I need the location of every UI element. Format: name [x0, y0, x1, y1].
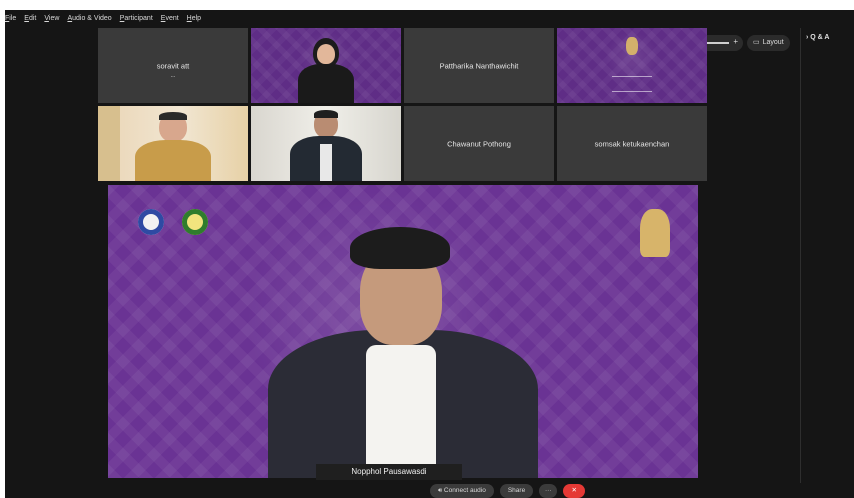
- menu-view[interactable]: View: [44, 12, 59, 26]
- menu-help[interactable]: Help: [187, 12, 201, 26]
- participant-name: Chawanut Pothong: [447, 139, 511, 148]
- chevron-right-icon: ›: [806, 34, 809, 41]
- participant-tile-soravit[interactable]: soravit att ...: [98, 28, 248, 103]
- university-logo-icon: [138, 209, 164, 235]
- share-button[interactable]: Share: [499, 484, 534, 498]
- faculty-logo-icon: [182, 209, 208, 235]
- qa-label: Q & A: [810, 34, 830, 41]
- participant-video: [286, 38, 366, 103]
- participant-name: Pattharika Nanthawichit: [439, 61, 519, 70]
- more-button[interactable]: ···: [539, 484, 558, 498]
- speaker-icon: 🔊︎: [438, 487, 443, 494]
- emblem-icon: [626, 37, 638, 55]
- main-speaker-video[interactable]: [108, 185, 698, 478]
- layout-label: Layout: [762, 39, 784, 46]
- speaker-shirt: [366, 345, 436, 478]
- qa-panel-toggle[interactable]: › Q & A: [806, 34, 829, 41]
- speaker-hair: [350, 227, 450, 269]
- participant-tile-video-2[interactable]: [557, 28, 707, 103]
- menu-event[interactable]: Event: [161, 12, 179, 26]
- zoom-in-icon[interactable]: +: [733, 37, 738, 46]
- connect-audio-button[interactable]: 🔊︎ Connect audio: [430, 484, 494, 498]
- menu-audio-video[interactable]: Audio & Video: [67, 12, 111, 26]
- participant-name: somsak ketukaenchan: [594, 139, 670, 148]
- participant-tile-video-1[interactable]: [251, 28, 401, 103]
- participant-status: ...: [170, 73, 176, 79]
- main-speaker-name: Nopphol Pausawasdi: [316, 464, 462, 480]
- participant-video: [128, 112, 218, 181]
- layout-icon: ▭: [753, 39, 760, 46]
- meeting-controls: 🔊︎ Connect audio Share ··· ✕: [430, 484, 586, 498]
- banner-decoration: [612, 76, 652, 92]
- participant-tile-pattharika[interactable]: Pattharika Nanthawichit: [404, 28, 554, 103]
- connect-audio-label: Connect audio: [443, 487, 486, 494]
- participant-video: [281, 110, 371, 181]
- emblem-icon: [640, 209, 670, 257]
- menu-file[interactable]: File: [5, 12, 16, 26]
- layout-button[interactable]: ▭ Layout: [747, 35, 790, 51]
- participant-name: soravit att: [156, 61, 190, 70]
- participant-tile-somsak[interactable]: somsak ketukaenchan: [557, 106, 707, 181]
- menu-edit[interactable]: Edit: [24, 12, 36, 26]
- panel-divider: [800, 28, 801, 483]
- leave-icon[interactable]: ✕: [563, 484, 586, 498]
- participant-tile-chawanut[interactable]: Chawanut Pothong: [404, 106, 554, 181]
- participant-tile-video-3[interactable]: [98, 106, 248, 181]
- participant-tile-video-4[interactable]: [251, 106, 401, 181]
- menu-bar: File Edit View Audio & Video Participant…: [5, 12, 201, 26]
- menu-participant[interactable]: Participant: [120, 12, 153, 26]
